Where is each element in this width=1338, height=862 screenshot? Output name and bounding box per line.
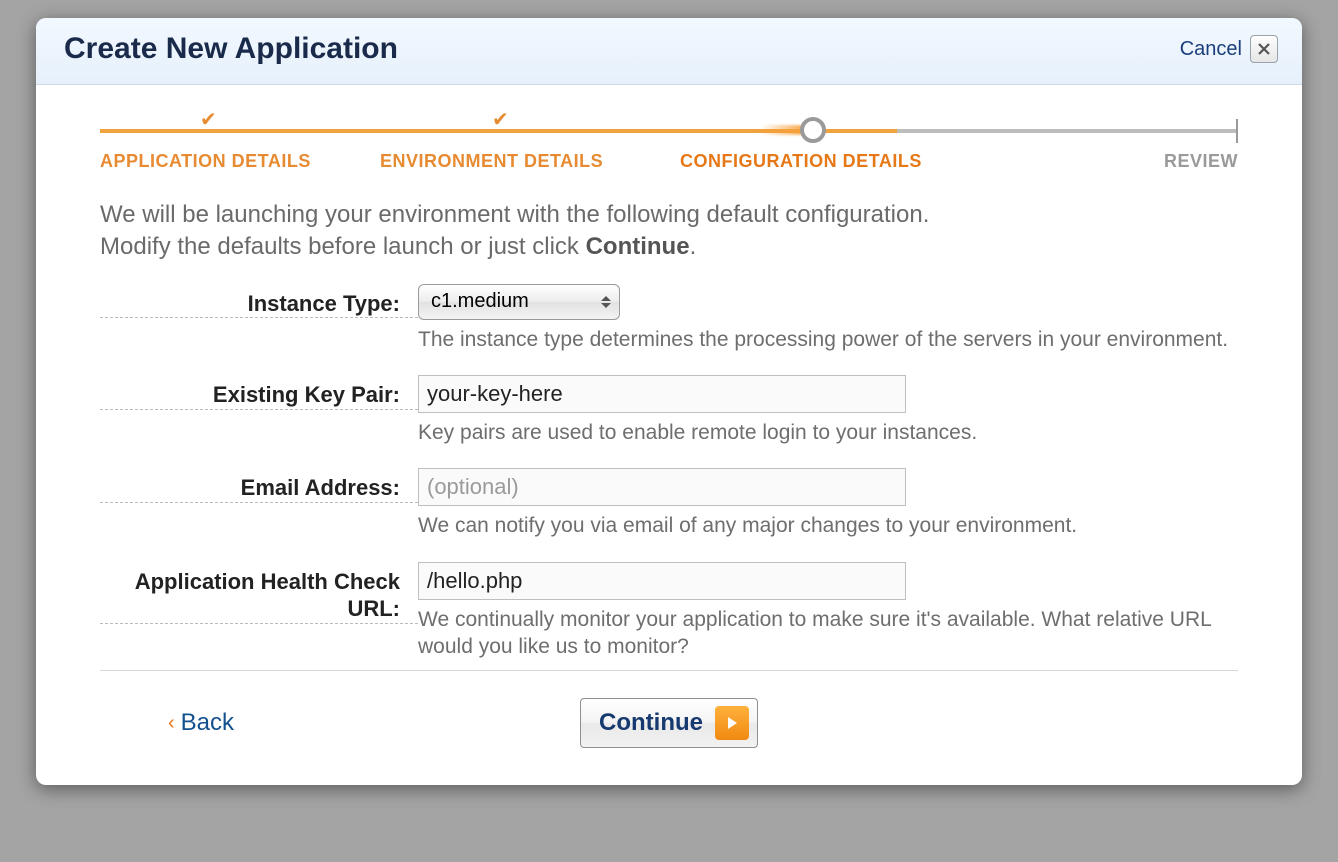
- cancel-group: Cancel: [1180, 35, 1278, 63]
- close-icon: [1257, 42, 1271, 56]
- row-key-pair: Existing Key Pair: Key pairs are used to…: [100, 375, 1238, 446]
- continue-button[interactable]: Continue: [580, 698, 758, 748]
- updown-icon: [601, 296, 611, 308]
- dialog-footer: ‹ Back Continue: [124, 695, 1214, 751]
- label-email: Email Address:: [100, 468, 418, 503]
- dialog-titlebar: Create New Application Cancel: [36, 18, 1302, 85]
- chevron-left-icon: ‹: [168, 712, 175, 735]
- check-icon: ✔: [200, 107, 217, 132]
- create-application-dialog: Create New Application Cancel ✔ ✔: [36, 18, 1302, 785]
- back-link[interactable]: ‹ Back: [168, 709, 234, 737]
- help-instance-type: The instance type determines the process…: [418, 326, 1238, 353]
- dialog-title: Create New Application: [64, 32, 398, 66]
- label-instance-type: Instance Type:: [100, 284, 418, 319]
- row-instance-type: Instance Type: c1.medium The instance ty…: [100, 284, 1238, 353]
- row-healthcheck: Application Health Check URL: We continu…: [100, 562, 1238, 661]
- intro-text: We will be launching your environment wi…: [100, 199, 1238, 264]
- help-healthcheck: We continually monitor your application …: [418, 606, 1238, 661]
- cancel-link[interactable]: Cancel: [1180, 38, 1242, 61]
- config-form: Instance Type: c1.medium The instance ty…: [100, 284, 1238, 751]
- label-healthcheck: Application Health Check URL:: [100, 562, 418, 624]
- wizard-step-configuration[interactable]: CONFIGURATION DETAILS: [680, 151, 1000, 172]
- help-key-pair: Key pairs are used to enable remote logi…: [418, 419, 1238, 446]
- label-key-pair: Existing Key Pair:: [100, 375, 418, 410]
- wizard-current-knob: [800, 117, 826, 143]
- healthcheck-input[interactable]: [418, 562, 906, 600]
- divider: [100, 670, 1238, 671]
- key-pair-input[interactable]: [418, 375, 906, 413]
- row-email: Email Address: We can notify you via ema…: [100, 468, 1238, 539]
- email-input[interactable]: [418, 468, 906, 506]
- instance-type-value: c1.medium: [431, 290, 529, 313]
- help-email: We can notify you via email of any major…: [418, 512, 1238, 539]
- check-icon: ✔: [492, 107, 509, 132]
- wizard-step-review[interactable]: REVIEW: [1000, 151, 1238, 172]
- wizard-step-application[interactable]: APPLICATION DETAILS: [100, 151, 380, 172]
- wizard-steps: ✔ ✔ APPLICATION DETAILS ENVIRONMENT DETA…: [100, 105, 1238, 183]
- close-button[interactable]: [1250, 35, 1278, 63]
- arrow-right-icon: [715, 706, 749, 740]
- wizard-step-environment[interactable]: ENVIRONMENT DETAILS: [380, 151, 680, 172]
- instance-type-select[interactable]: c1.medium: [418, 284, 620, 320]
